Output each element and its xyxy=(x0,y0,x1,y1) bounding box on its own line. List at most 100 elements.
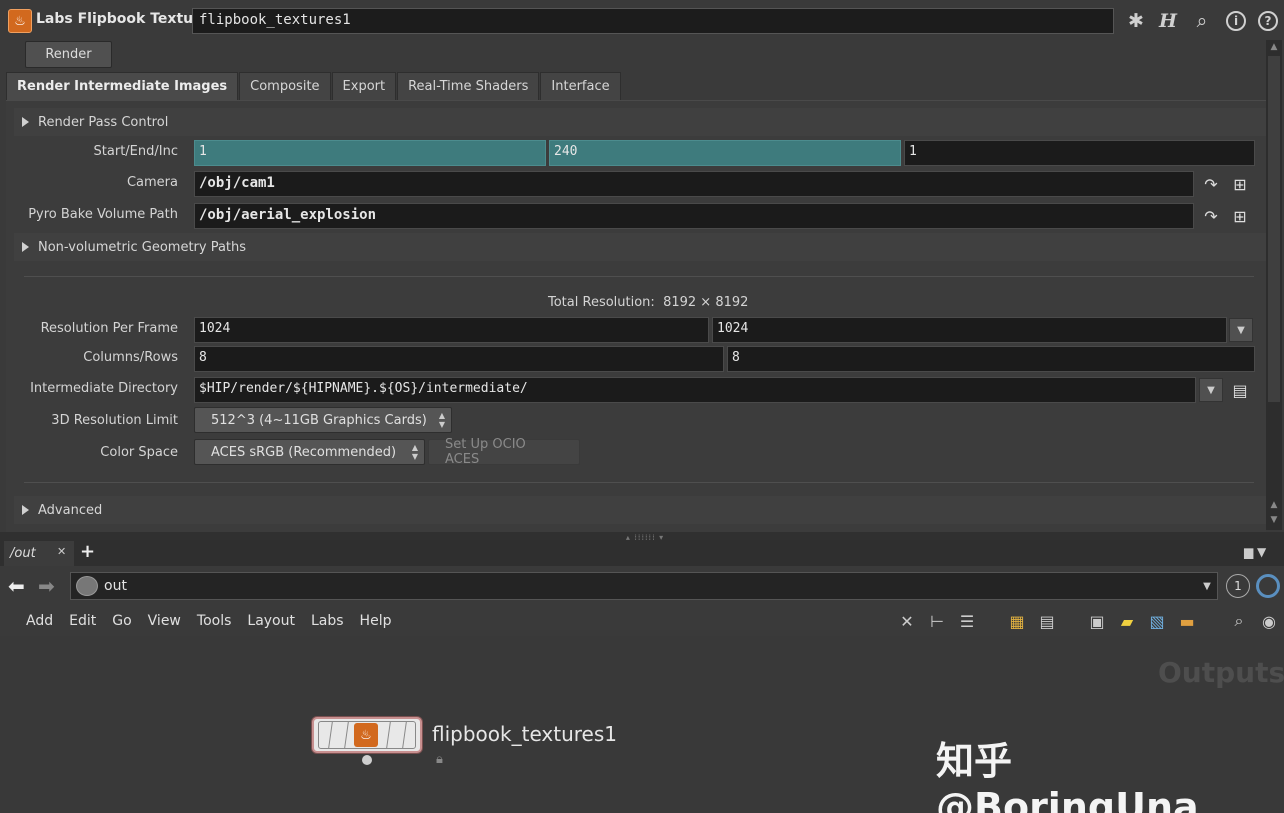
node-name-field[interactable]: flipbook_textures1 xyxy=(192,8,1114,34)
menu-layout[interactable]: Layout xyxy=(247,613,295,629)
menu-labs[interactable]: Labs xyxy=(311,613,344,629)
background-image-icon[interactable]: ▧ xyxy=(1146,611,1168,631)
menu-add[interactable]: Add xyxy=(26,613,53,629)
search-icon[interactable]: ⌕ xyxy=(1228,611,1250,631)
file-chooser-icon[interactable]: ▤ xyxy=(1229,379,1251,401)
resolution-limit-value: 512^3 (4~11GB Graphics Cards) xyxy=(211,412,427,428)
tab-render-intermediate-images[interactable]: Render Intermediate Images xyxy=(6,72,239,100)
resolution-y-field[interactable]: 1024 xyxy=(712,317,1227,343)
setup-ocio-aces-button[interactable]: Set Up OCIO ACES xyxy=(428,437,580,467)
flame-node-icon: ♨ xyxy=(354,723,378,747)
help-icon[interactable]: ? xyxy=(1258,11,1278,31)
menu-view[interactable]: View xyxy=(148,613,181,629)
shape-palette-icon[interactable]: ▤ xyxy=(1036,611,1058,631)
expand-triangle-icon xyxy=(22,505,29,515)
folder-label: Render Pass Control xyxy=(38,114,169,130)
forward-arrow-icon[interactable]: ➡ xyxy=(38,574,55,598)
tab-composite[interactable]: Composite xyxy=(239,72,331,100)
network-path-field[interactable] xyxy=(70,572,1218,600)
node-name-label[interactable]: flipbook_textures1 xyxy=(432,722,617,746)
intermediate-directory-label: Intermediate Directory xyxy=(30,381,178,396)
total-resolution-label: Total Resolution: 8192 × 8192 xyxy=(548,295,749,310)
pyro-path-field[interactable]: /obj/aerial_explosion xyxy=(194,203,1194,229)
folder-advanced[interactable]: Advanced xyxy=(14,496,1266,524)
separator xyxy=(24,482,1254,483)
updown-arrows-icon: ▲ ▼ xyxy=(438,411,445,429)
flame-node-icon: ♨ xyxy=(8,9,32,33)
updown-arrows-icon: ▲ ▼ xyxy=(411,443,418,461)
tab-export[interactable]: Export xyxy=(331,72,397,100)
network-context-label: Outputs xyxy=(1158,656,1284,689)
wrench-icon[interactable]: ✕ xyxy=(896,611,918,631)
parameter-tabs: Render Intermediate Images Composite Exp… xyxy=(6,72,622,100)
network-box-icon[interactable]: ▣ xyxy=(1086,611,1108,631)
subnet-box-icon[interactable]: ▬ xyxy=(1176,611,1198,631)
camera-path-field[interactable]: /obj/cam1 xyxy=(194,171,1194,197)
node-chooser-icon[interactable]: ⊞ xyxy=(1229,173,1251,195)
splitter-grip-icon[interactable]: ▴ ⁞⁞⁞⁞⁞⁞ ▾ xyxy=(600,533,690,542)
link-viewport-icon[interactable] xyxy=(1256,574,1280,598)
total-resolution-value: 8192 × 8192 xyxy=(663,295,749,310)
resolution-preset-menu[interactable]: ▼ xyxy=(1229,318,1253,342)
rows-field[interactable]: 8 xyxy=(727,346,1255,372)
menu-go[interactable]: Go xyxy=(112,613,131,629)
node-chooser-icon[interactable]: ⊞ xyxy=(1229,205,1251,227)
menu-items: Add Edit Go View Tools Layout Labs Help xyxy=(26,613,407,629)
close-icon[interactable]: ✕ xyxy=(57,545,66,558)
chevron-down-icon[interactable]: ▼ xyxy=(1198,574,1216,598)
color-space-value: ACES sRGB (Recommended) xyxy=(211,444,397,460)
scrollbar-thumb[interactable] xyxy=(1268,56,1280,402)
resolution-per-frame-label: Resolution Per Frame xyxy=(40,321,178,336)
network-tab-bar xyxy=(0,540,1284,566)
columns-rows-label: Columns/Rows xyxy=(83,350,178,365)
network-path-text: out xyxy=(104,578,127,594)
tree-view-icon[interactable]: ⊢ xyxy=(926,611,948,631)
folder-label: Non-volumetric Geometry Paths xyxy=(38,239,247,255)
scroll-up-arrow-bottom[interactable]: ▲ xyxy=(1268,500,1280,512)
expand-triangle-icon xyxy=(22,117,29,127)
color-space-dropdown[interactable]: ACES sRGB (Recommended) ▲ ▼ xyxy=(194,439,425,465)
menu-tools[interactable]: Tools xyxy=(197,613,232,629)
separator xyxy=(24,276,1254,277)
houdini-help-icon[interactable]: H xyxy=(1156,9,1180,33)
output-context-icon xyxy=(76,576,98,596)
tab-real-time-shaders[interactable]: Real-Time Shaders xyxy=(397,72,540,100)
color-space-label: Color Space xyxy=(100,445,178,460)
pin-badge[interactable]: 1 xyxy=(1226,574,1250,598)
end-frame-field[interactable]: 240 xyxy=(549,140,901,166)
camera-label: Camera xyxy=(126,175,178,190)
list-view-icon[interactable]: ☰ xyxy=(956,611,978,631)
directory-menu[interactable]: ▼ xyxy=(1199,378,1223,402)
color-palette-icon[interactable]: ▦ xyxy=(1006,611,1028,631)
render-button[interactable]: Render xyxy=(25,41,112,68)
folder-non-volumetric-geometry-paths[interactable]: Non-volumetric Geometry Paths xyxy=(14,233,1266,261)
sticky-note-icon[interactable]: ▰ xyxy=(1116,611,1138,631)
increment-field[interactable]: 1 xyxy=(904,140,1255,166)
back-arrow-icon[interactable]: ⬅ xyxy=(8,574,25,598)
intermediate-directory-field[interactable]: $HIP/render/${HIPNAME}.${OS}/intermediat… xyxy=(194,377,1196,403)
gear-icon[interactable]: ✱ xyxy=(1124,9,1148,33)
columns-field[interactable]: 8 xyxy=(194,346,724,372)
node-output-connector[interactable] xyxy=(362,755,372,765)
menu-edit[interactable]: Edit xyxy=(69,613,96,629)
search-icon[interactable]: ⌕ xyxy=(1190,9,1214,33)
folder-label: Advanced xyxy=(38,502,103,518)
scroll-up-arrow[interactable]: ▲ xyxy=(1268,42,1280,54)
scroll-down-arrow[interactable]: ▼ xyxy=(1268,515,1280,527)
jump-to-node-icon[interactable]: ↷ xyxy=(1200,205,1222,227)
start-frame-field[interactable]: 1 xyxy=(194,140,546,166)
info-icon[interactable]: i xyxy=(1226,11,1246,31)
eye-icon[interactable]: ◉ xyxy=(1258,611,1280,631)
folder-render-pass-control[interactable]: Render Pass Control xyxy=(14,108,1266,136)
node-type-label: Labs Flipbook Textures xyxy=(36,11,218,27)
start-end-inc-label: Start/End/Inc xyxy=(93,144,178,159)
jump-to-node-icon[interactable]: ↷ xyxy=(1200,173,1222,195)
resolution-x-field[interactable]: 1024 xyxy=(194,317,709,343)
pane-menu-icon[interactable]: ▆ ▼ xyxy=(1244,545,1266,559)
add-tab-icon[interactable]: + xyxy=(80,541,95,562)
resolution-limit-dropdown[interactable]: 512^3 (4~11GB Graphics Cards) ▲ ▼ xyxy=(194,407,452,433)
tab-interface[interactable]: Interface xyxy=(540,72,621,100)
lock-icon[interactable]: 🔒︎ xyxy=(436,752,443,767)
expand-triangle-icon xyxy=(22,242,29,252)
menu-help[interactable]: Help xyxy=(360,613,392,629)
